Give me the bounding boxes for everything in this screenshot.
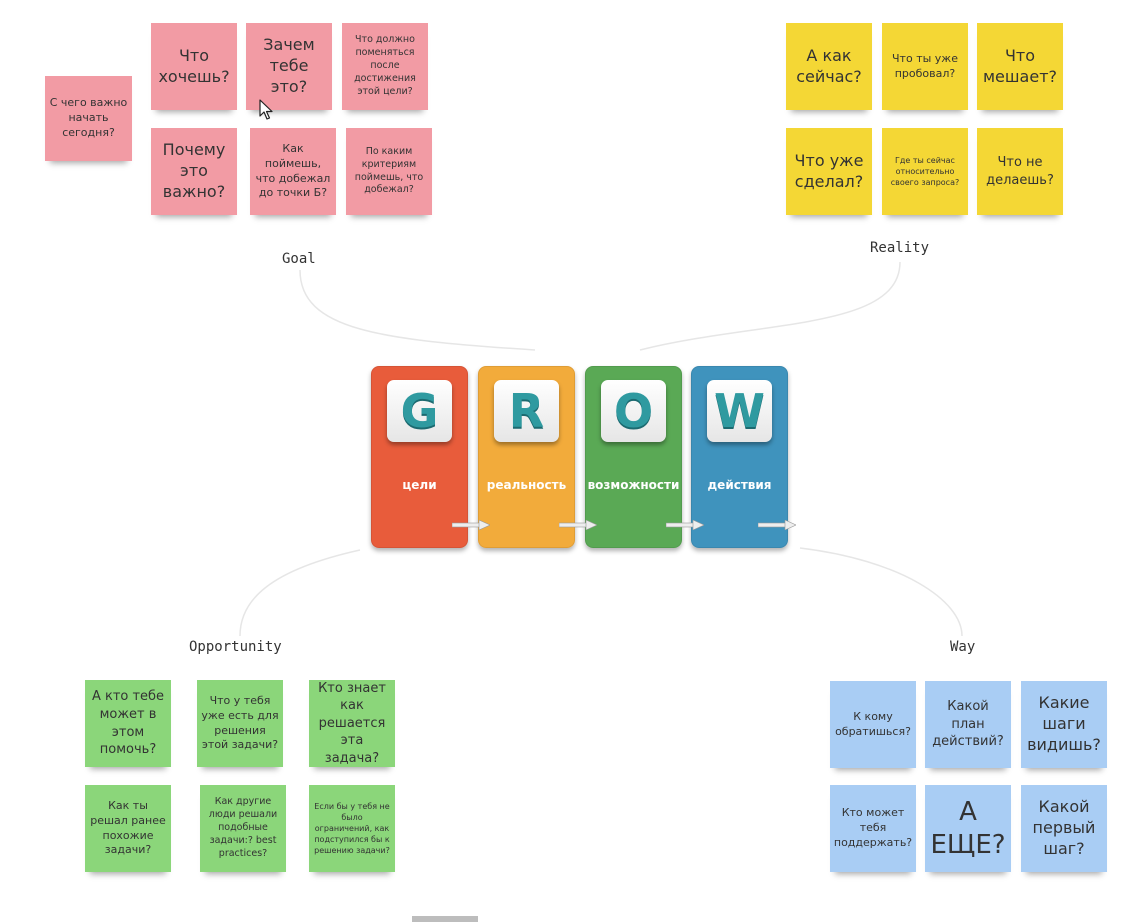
label-opportunity: Opportunity bbox=[189, 639, 282, 655]
grow-word-goal: цели bbox=[402, 478, 437, 492]
sticky-goal-want[interactable]: Что хочешь? bbox=[151, 23, 237, 110]
grow-word-reality: реальность bbox=[486, 478, 567, 492]
sticky-goal-why-important[interactable]: Почему это важно? bbox=[151, 128, 237, 215]
sticky-way-plan[interactable]: Какой план действий? bbox=[925, 681, 1011, 768]
arrow-right-icon bbox=[452, 520, 490, 530]
grow-word-will: действия bbox=[707, 478, 772, 492]
arrow-right-icon bbox=[666, 520, 704, 530]
sticky-goal-change[interactable]: Что должно поменяться после достижения э… bbox=[342, 23, 428, 110]
sticky-reality-blocks[interactable]: Что мешает? bbox=[977, 23, 1063, 110]
mouse-cursor-icon bbox=[259, 99, 273, 120]
grow-letter-w: W bbox=[707, 380, 772, 442]
sticky-opportunity-who-knows[interactable]: Кто знает как решается эта задача? bbox=[309, 680, 395, 767]
sticky-opportunity-no-limits[interactable]: Если бы у тебя не было ограничений, как … bbox=[309, 785, 395, 872]
sticky-opportunity-others[interactable]: Как другие люди решали подобные задачи:?… bbox=[200, 785, 286, 872]
sticky-reality-where[interactable]: Где ты сейчас относительно своего запрос… bbox=[882, 128, 968, 215]
grow-word-options: возможности bbox=[587, 478, 680, 492]
grow-letter-g: G bbox=[387, 380, 452, 442]
sticky-way-steps[interactable]: Какие шаги видишь? bbox=[1021, 681, 1107, 768]
sticky-opportunity-solved-before[interactable]: Как ты решал ранее похожие задачи? bbox=[85, 785, 171, 872]
sticky-way-more[interactable]: А ЕЩЕ? bbox=[925, 785, 1011, 872]
arrow-right-icon bbox=[559, 520, 597, 530]
sticky-opportunity-have[interactable]: Что у тебя уже есть для решения этой зад… bbox=[197, 680, 283, 767]
sticky-reality-now[interactable]: А как сейчас? bbox=[786, 23, 872, 110]
label-goal: Goal bbox=[282, 251, 316, 267]
grow-letter-o: O bbox=[601, 380, 666, 442]
sticky-way-support[interactable]: Кто может тебя поддержать? bbox=[830, 785, 916, 872]
horizontal-scrollbar-thumb[interactable] bbox=[412, 916, 478, 922]
label-way: Way bbox=[950, 639, 976, 655]
sticky-way-whom[interactable]: К кому обратишься? bbox=[830, 681, 916, 768]
sticky-goal-why-need[interactable]: Зачем тебе это? bbox=[246, 23, 332, 110]
sticky-opportunity-who-help[interactable]: А кто тебе может в этом помочь? bbox=[85, 680, 171, 767]
sticky-goal-start[interactable]: С чего важно начать сегодня? bbox=[45, 76, 132, 161]
arrow-right-icon bbox=[758, 520, 796, 530]
sticky-goal-point-b[interactable]: Как поймешь, что добежал до точки Б? bbox=[250, 128, 336, 215]
sticky-reality-not-doing[interactable]: Что не делаешь? bbox=[977, 128, 1063, 215]
sticky-reality-tried[interactable]: Что ты уже пробовал? bbox=[882, 23, 968, 110]
sticky-goal-criteria[interactable]: По каким критериям поймешь, что добежал? bbox=[346, 128, 432, 215]
label-reality: Reality bbox=[870, 240, 930, 256]
whiteboard-canvas[interactable]: Goal Reality Opportunity Way С чего важн… bbox=[0, 0, 1129, 922]
sticky-reality-done[interactable]: Что уже сделал? bbox=[786, 128, 872, 215]
sticky-way-first-step[interactable]: Какой первый шаг? bbox=[1021, 785, 1107, 872]
grow-letter-r: R bbox=[494, 380, 559, 442]
